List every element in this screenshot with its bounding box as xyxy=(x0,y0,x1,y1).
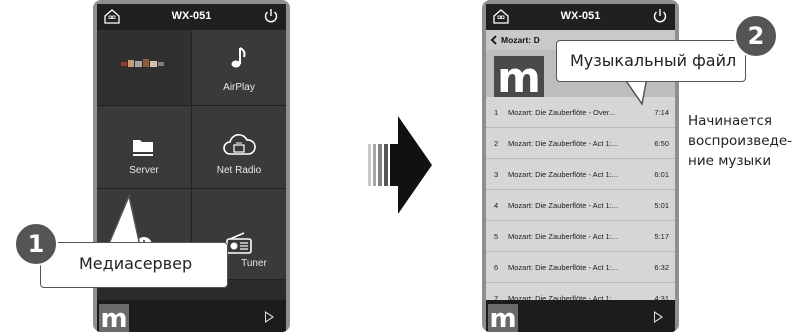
track-duration: 6:50 xyxy=(654,139,669,148)
tile-label: Net Radio xyxy=(216,165,262,176)
track-row[interactable]: 5 Mozart: Die Zauberflöte - Act 1:... 5:… xyxy=(486,221,675,252)
album-thumbnail: m xyxy=(99,304,129,332)
callout-pointer xyxy=(106,193,141,247)
album-art: m xyxy=(494,56,544,100)
step-badge-1: 1 xyxy=(14,222,58,266)
note-line: воспроизведе- xyxy=(688,133,793,149)
track-title: Mozart: Die Zauberflöte - Act 1:... xyxy=(508,170,619,179)
track-number: 1 xyxy=(494,108,499,117)
arrow-right-icon xyxy=(368,116,432,214)
track-number: 5 xyxy=(494,232,499,241)
callout-music-file: Музыкальный файл xyxy=(556,40,746,82)
track-number: 2 xyxy=(494,139,499,148)
play-icon[interactable] xyxy=(265,311,274,323)
track-duration: 6:32 xyxy=(654,263,669,272)
track-title: Mozart: Die Zauberflöte - Act 1:... xyxy=(508,232,619,241)
tile-airplay[interactable]: AirPlay xyxy=(192,30,286,106)
top-bar: WX-051 xyxy=(97,4,286,30)
step-badge-2: 2 xyxy=(734,14,778,58)
track-title: Mozart: Die Zauberflöte - Act 1:... xyxy=(508,139,619,148)
tile-label: Tuner xyxy=(241,258,267,269)
track-title: Mozart: Die Zauberflöte - Act 1:... xyxy=(508,263,619,272)
callout-media-server: Медиасервер xyxy=(40,242,228,288)
tile-server[interactable]: Server xyxy=(97,106,192,189)
track-row[interactable]: 6 Mozart: Die Zauberflöte - Act 1:... 6:… xyxy=(486,252,675,283)
track-row[interactable]: 2 Mozart: Die Zauberflöte - Act 1:... 6:… xyxy=(486,128,675,159)
note-line: ние музыки xyxy=(688,153,772,169)
track-row[interactable]: 4 Mozart: Die Zauberflöte - Act 1:... 5:… xyxy=(486,190,675,221)
tile-album-art[interactable] xyxy=(97,30,192,106)
track-number: 6 xyxy=(494,263,499,272)
track-duration: 6:01 xyxy=(654,170,669,179)
pixelated-album-icon xyxy=(121,59,164,67)
callout-text: Медиасервер xyxy=(79,254,193,273)
playback-note: Начинается воспроизведе- ние музыки xyxy=(688,111,798,171)
device-title: WX-051 xyxy=(560,10,601,22)
play-icon[interactable] xyxy=(654,311,663,323)
album-thumbnail: m xyxy=(488,304,518,332)
track-list: 1 Mozart: Die Zauberflöte - Over... 7:14… xyxy=(486,97,675,314)
note-line: Начинается xyxy=(688,113,772,129)
track-number: 3 xyxy=(494,170,499,179)
track-number: 4 xyxy=(494,201,499,210)
back-chevron-icon[interactable] xyxy=(490,35,498,45)
now-playing-bar[interactable]: m xyxy=(97,300,286,332)
folder-icon xyxy=(133,140,153,156)
back-label: Mozart: D xyxy=(501,35,540,45)
track-duration: 5:17 xyxy=(654,232,669,241)
tile-net-radio[interactable]: Net Radio xyxy=(192,106,286,189)
tile-label: Server xyxy=(129,165,159,176)
device-title: WX-051 xyxy=(171,10,212,22)
music-note-icon xyxy=(231,47,246,68)
power-icon[interactable] xyxy=(651,7,669,25)
callout-text: Музыкальный файл xyxy=(570,51,737,70)
now-playing-bar[interactable]: m xyxy=(486,300,675,332)
track-duration: 5:01 xyxy=(654,201,669,210)
track-title: Mozart: Die Zauberflöte - Act 1:... xyxy=(508,201,619,210)
track-row[interactable]: 3 Mozart: Die Zauberflöte - Act 1:... 6:… xyxy=(486,159,675,190)
cloud-radio-icon xyxy=(223,134,256,155)
tile-label: AirPlay xyxy=(223,82,255,93)
radio-icon xyxy=(226,232,252,254)
top-bar: WX-051 xyxy=(486,4,675,30)
power-icon[interactable] xyxy=(262,7,280,25)
